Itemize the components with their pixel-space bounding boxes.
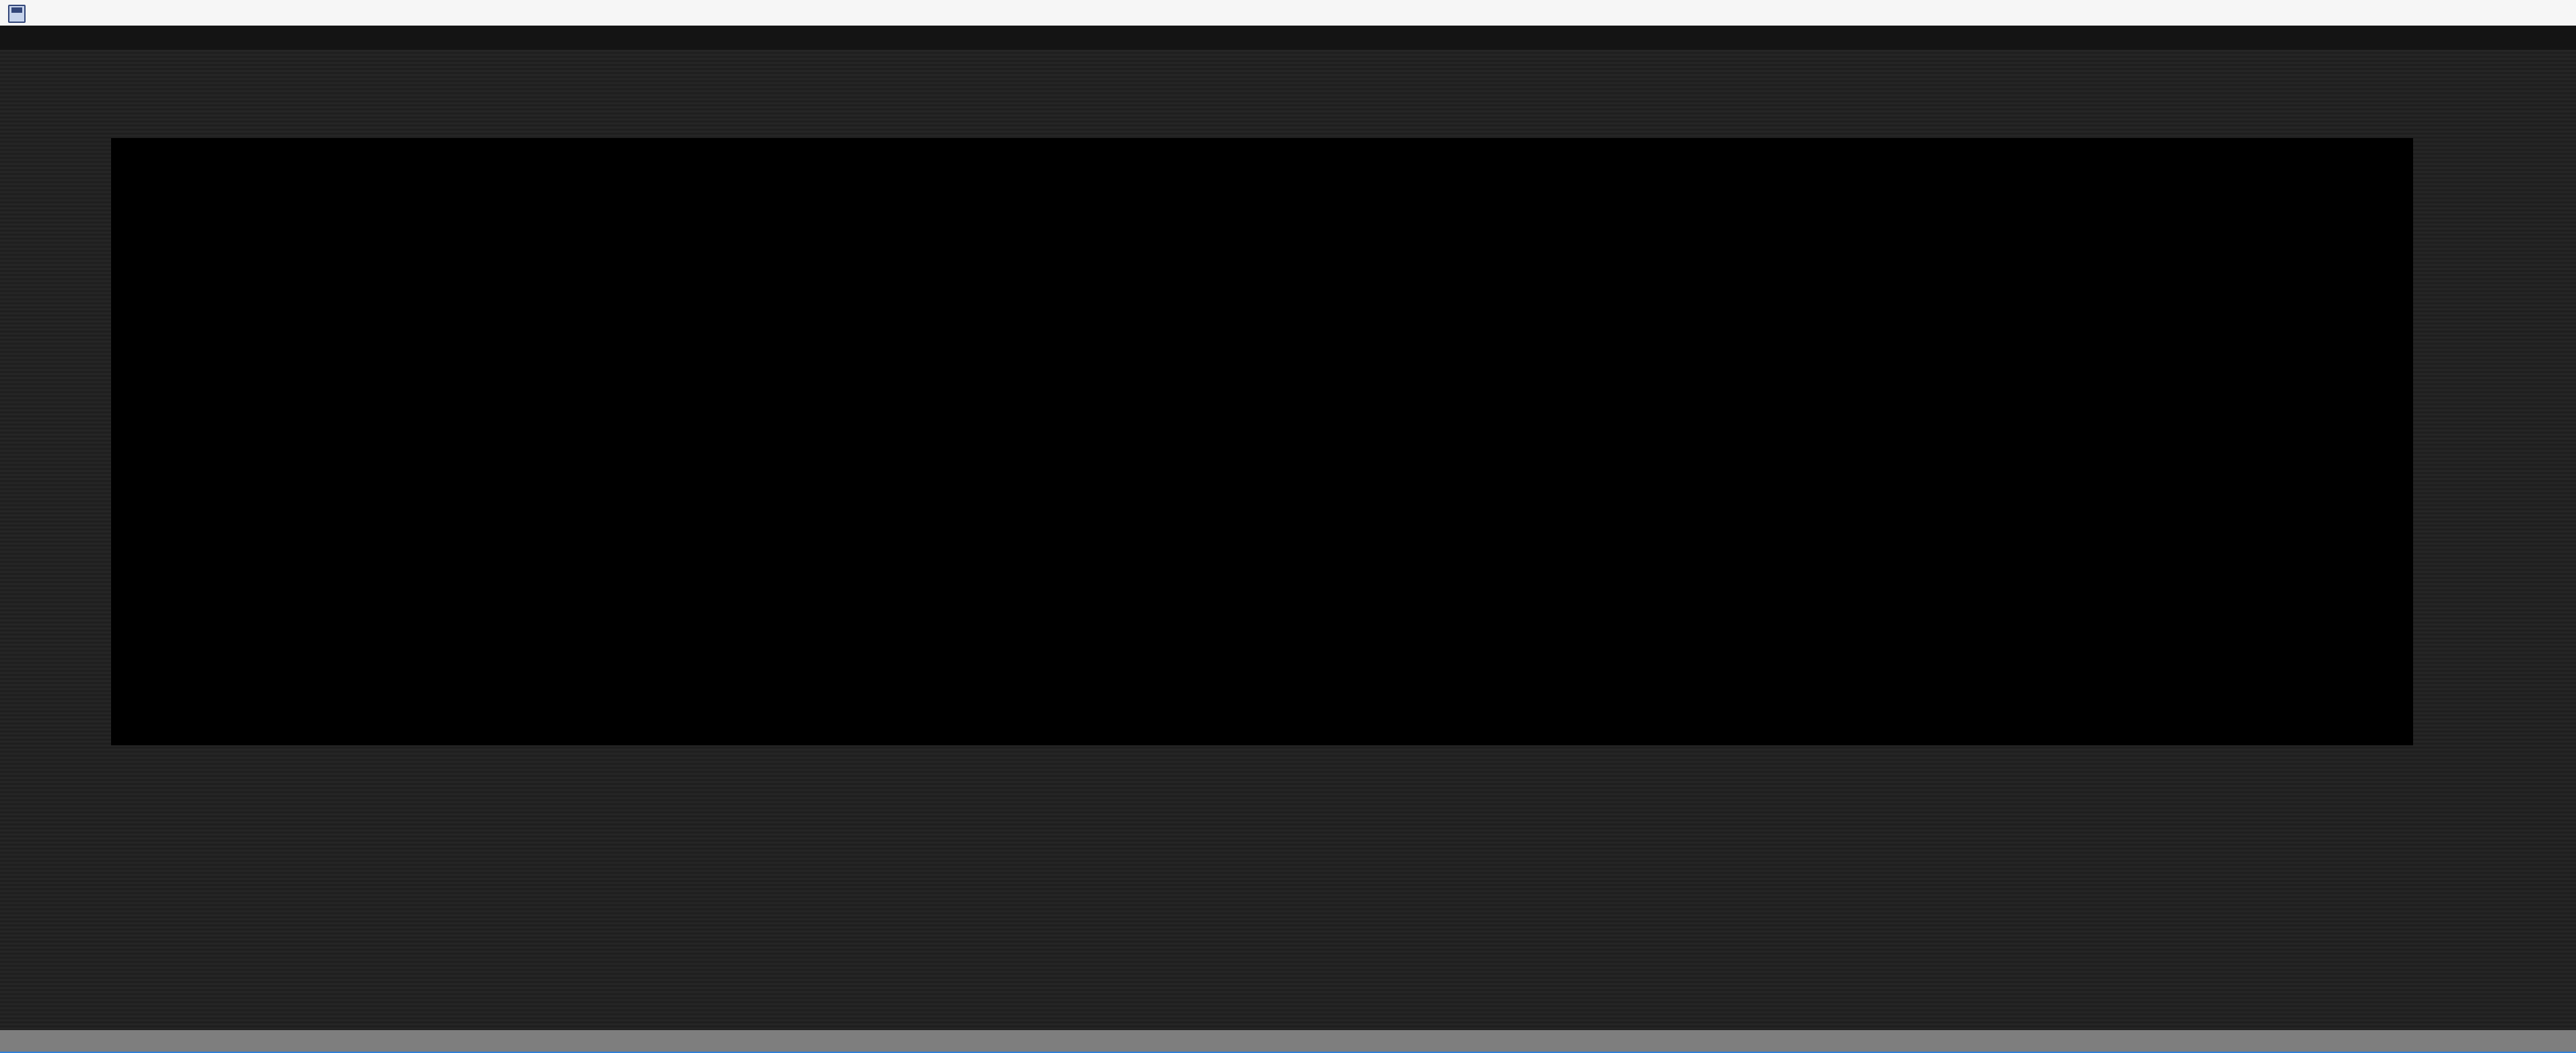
maximize-button[interactable] [2501, 0, 2538, 26]
close-button[interactable] [2538, 0, 2576, 26]
minimize-button[interactable] [2463, 0, 2501, 26]
status-bar [0, 1030, 2576, 1052]
spectrum-display-area[interactable] [111, 138, 2413, 745]
title-bar [0, 0, 2576, 26]
app-icon [8, 5, 26, 23]
menu-bar [0, 26, 2576, 50]
